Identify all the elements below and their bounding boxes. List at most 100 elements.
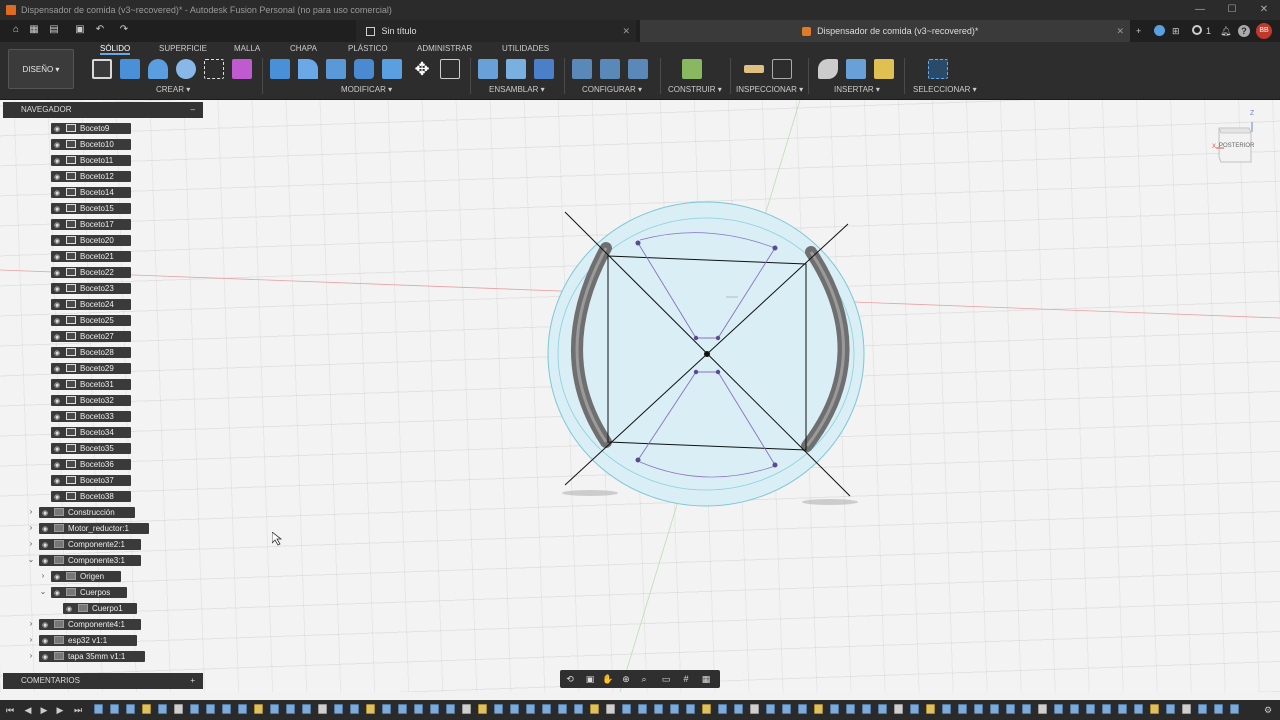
eye-icon[interactable]: ◉ — [54, 492, 63, 503]
zoom-icon[interactable]: ⊕ — [620, 673, 632, 685]
eye-icon[interactable]: ◉ — [66, 604, 75, 615]
timeline-feature-icon[interactable] — [542, 704, 551, 714]
timeline-feature-icon[interactable] — [846, 704, 855, 714]
tab-superficie[interactable]: SUPERFICIE — [159, 43, 207, 55]
browser-item-sketch[interactable]: ◉ Boceto29 — [51, 363, 131, 374]
timeline-feature-icon[interactable] — [670, 704, 679, 714]
timeline-feature-icon[interactable] — [334, 704, 343, 714]
go-to-end-icon[interactable]: ⏭ — [72, 704, 84, 716]
group-modificar[interactable]: MODIFICAR ▾ — [341, 85, 392, 94]
eye-icon[interactable]: ◉ — [54, 140, 63, 151]
timeline-feature-icon[interactable] — [430, 704, 439, 714]
group-crear[interactable]: CREAR ▾ — [156, 85, 190, 94]
group-inspeccionar[interactable]: INSPECCIONAR ▾ — [736, 85, 803, 94]
timeline-feature-icon[interactable] — [526, 704, 535, 714]
save-icon[interactable]: ▣ — [74, 24, 86, 36]
browser-item-component[interactable]: ◉ Construcción — [39, 507, 135, 518]
hole-icon[interactable] — [176, 59, 196, 79]
select-icon[interactable] — [928, 59, 948, 79]
view-cube[interactable]: POSTERIOR Z X — [1212, 110, 1256, 166]
view-cube-face[interactable]: POSTERIOR — [1219, 143, 1254, 149]
add-comment-button[interactable]: + — [190, 673, 195, 689]
timeline-feature-icon[interactable] — [686, 704, 695, 714]
expand-arrow-icon[interactable]: › — [26, 523, 36, 532]
expand-arrow-icon[interactable]: › — [26, 651, 36, 660]
timeline-feature-icon[interactable] — [302, 704, 311, 714]
browser-item-component[interactable]: ◉ Origen — [51, 571, 121, 582]
tab-close-icon[interactable]: ✕ — [1116, 20, 1124, 42]
align-icon[interactable] — [440, 59, 460, 79]
new-tab-icon[interactable]: + — [1136, 25, 1141, 37]
configure-rule-icon[interactable] — [628, 59, 648, 79]
browser-collapse-button[interactable]: – — [191, 102, 195, 118]
browser-item-sketch[interactable]: ◉ Boceto34 — [51, 427, 131, 438]
group-seleccionar[interactable]: SELECCIONAR ▾ — [913, 85, 977, 94]
browser-item-sketch[interactable]: ◉ Boceto20 — [51, 235, 131, 246]
browser-item-sketch[interactable]: ◉ Boceto22 — [51, 267, 131, 278]
timeline-feature-icon[interactable] — [446, 704, 455, 714]
workspace-switcher[interactable]: DISEÑO ▾ — [8, 49, 74, 89]
timeline-feature-icon[interactable] — [1230, 704, 1239, 714]
timeline-feature-icon[interactable] — [894, 704, 903, 714]
revolve-icon[interactable] — [148, 59, 168, 79]
timeline-feature-icon[interactable] — [478, 704, 487, 714]
step-back-icon[interactable]: ◀ — [22, 704, 34, 716]
timeline-feature-icon[interactable] — [702, 704, 711, 714]
timeline-feature-icon[interactable] — [814, 704, 823, 714]
eye-icon[interactable]: ◉ — [42, 508, 51, 519]
group-ensamblar[interactable]: ENSAMBLAR ▾ — [489, 85, 545, 94]
group-configurar[interactable]: CONFIGURAR ▾ — [582, 85, 642, 94]
eye-icon[interactable]: ◉ — [54, 588, 63, 599]
browser-item-sketch[interactable]: ◉ Boceto25 — [51, 315, 131, 326]
timeline-feature-icon[interactable] — [750, 704, 759, 714]
tab-close-icon[interactable]: ✕ — [622, 20, 630, 42]
eye-icon[interactable]: ◉ — [54, 332, 63, 343]
orbit-icon[interactable]: ⟲ — [564, 673, 576, 685]
eye-icon[interactable]: ◉ — [54, 300, 63, 311]
timeline-feature-icon[interactable] — [318, 704, 327, 714]
timeline-feature-icon[interactable] — [366, 704, 375, 714]
undo-icon[interactable]: ↶ — [94, 24, 106, 36]
timeline-feature-icon[interactable] — [638, 704, 647, 714]
eye-icon[interactable]: ◉ — [54, 364, 63, 375]
tab-dispensador[interactable]: Dispensador de comida (v3~recovered)* ✕ — [640, 20, 1130, 42]
job-status-icon[interactable] — [1154, 25, 1165, 36]
timeline-feature-icon[interactable] — [878, 704, 887, 714]
step-forward-icon[interactable]: ▶ — [54, 704, 66, 716]
file-menu-icon[interactable]: ▤ — [48, 24, 60, 36]
timeline-feature-icon[interactable] — [350, 704, 359, 714]
parameters-icon[interactable] — [572, 59, 592, 79]
fit-icon[interactable]: ⌕ — [638, 673, 650, 685]
eye-icon[interactable]: ◉ — [54, 428, 63, 439]
timeline-feature-icon[interactable] — [462, 704, 471, 714]
form-icon[interactable] — [232, 59, 252, 79]
timeline-feature-icon[interactable] — [1150, 704, 1159, 714]
eye-icon[interactable]: ◉ — [42, 620, 51, 631]
eye-icon[interactable]: ◉ — [54, 460, 63, 471]
tab-solido[interactable]: SÓLIDO — [100, 43, 131, 55]
grid-settings-icon[interactable]: # — [680, 673, 692, 685]
measure-icon[interactable] — [744, 65, 764, 73]
pattern-icon[interactable] — [204, 59, 224, 79]
maximize-button[interactable]: ☐ — [1216, 0, 1248, 20]
browser-panel-header[interactable]: NAVEGADOR – — [3, 102, 203, 118]
eye-icon[interactable]: ◉ — [54, 124, 63, 135]
browser-item-sketch[interactable]: ◉ Boceto28 — [51, 347, 131, 358]
browser-item-sketch[interactable]: ◉ Boceto17 — [51, 219, 131, 230]
timeline-feature-icon[interactable] — [718, 704, 727, 714]
timeline-feature-icon[interactable] — [238, 704, 247, 714]
eye-icon[interactable]: ◉ — [54, 156, 63, 167]
browser-item-sketch[interactable]: ◉ Boceto37 — [51, 475, 131, 486]
eye-icon[interactable]: ◉ — [54, 268, 63, 279]
new-component-icon[interactable] — [478, 59, 498, 79]
timeline-feature-icon[interactable] — [1054, 704, 1063, 714]
tab-sin-titulo[interactable]: Sin título ✕ — [356, 20, 636, 42]
viewports-icon[interactable]: ▦ — [700, 673, 712, 685]
create-sketch-icon[interactable] — [92, 59, 112, 79]
timeline-feature-icon[interactable] — [830, 704, 839, 714]
timeline-feature-icon[interactable] — [590, 704, 599, 714]
browser-item-sketch[interactable]: ◉ Boceto11 — [51, 155, 131, 166]
browser-item-sketch[interactable]: ◉ Boceto33 — [51, 411, 131, 422]
timeline-feature-icon[interactable] — [1118, 704, 1127, 714]
browser-item-sketch[interactable]: ◉ Boceto15 — [51, 203, 131, 214]
